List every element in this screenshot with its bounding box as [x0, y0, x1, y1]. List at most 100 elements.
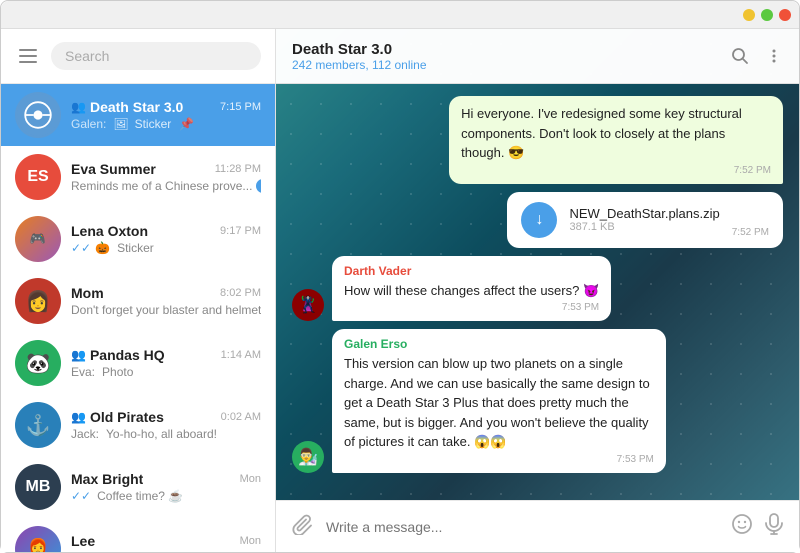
file-name: NEW_DeathStar.plans.zip: [569, 206, 719, 221]
chat-time: Mon: [240, 473, 261, 485]
chat-header-status: 242 members, 112 online: [292, 58, 731, 72]
check-icon: ✓✓: [71, 241, 91, 255]
sticker-row: 👨‍🔬: [292, 485, 783, 501]
unread-badge: 2: [256, 179, 261, 193]
chat-item-eva-summer[interactable]: ES Eva Summer 11:28 PM Reminds me of a C…: [1, 146, 275, 208]
message-row: 🦹 Darth Vader How will these changes aff…: [292, 256, 783, 322]
chat-time: 1:14 AM: [221, 349, 261, 361]
avatar: [15, 92, 61, 138]
hamburger-line-1: [19, 49, 37, 51]
message-row-file: ↓ NEW_DeathStar.plans.zip 387.1 KB 7:52 …: [292, 192, 783, 248]
chat-item-lee[interactable]: 👩‍🦰 Lee Mon We can call it Galaxy Star 7…: [1, 518, 275, 552]
download-button[interactable]: ↓: [521, 202, 557, 238]
hamburger-line-3: [19, 61, 37, 63]
message-bubble: Darth Vader How will these changes affec…: [332, 256, 611, 322]
file-info: NEW_DeathStar.plans.zip 387.1 KB: [569, 206, 719, 233]
sticker-emoji: 🖼: [113, 117, 128, 131]
chat-item-death-star[interactable]: 👥 Death Star 3.0 7:15 PM Galen: 🖼 Sticke…: [1, 84, 275, 146]
chat-preview: ✓✓ 🎃 Sticker: [71, 241, 261, 255]
chat-info: 👥 Old Pirates 0:02 AM Jack: Yo-ho-ho, al…: [71, 409, 261, 441]
chat-info: Max Bright Mon ✓✓ Coffee time? ☕: [71, 471, 261, 503]
chat-info: 👥 Pandas HQ 1:14 AM Eva: Photo: [71, 347, 261, 379]
avatar: ES: [15, 154, 61, 200]
hamburger-menu[interactable]: [15, 45, 41, 67]
messages-area: Hi everyone. I've redesigned some key st…: [276, 84, 799, 500]
file-size: 387.1 KB: [569, 221, 719, 233]
sender-avatar: 👨‍🔬: [292, 441, 324, 473]
title-bar: [1, 1, 799, 29]
chat-time: 9:17 PM: [220, 225, 261, 237]
chat-name-row: Lee Mon: [71, 533, 261, 549]
chat-preview: Jack: Yo-ho-ho, all aboard!: [71, 427, 261, 441]
sender-name: Galen Erso: [344, 337, 654, 351]
avatar: 👩: [15, 278, 61, 324]
message-row: 👨‍🔬 Galen Erso This version can blow up …: [292, 329, 783, 473]
sticker-image: [332, 485, 492, 501]
maximize-button[interactable]: [761, 9, 773, 21]
window-controls[interactable]: [743, 9, 791, 21]
search-button[interactable]: [731, 47, 749, 65]
chat-preview: We can call it Galaxy Star 7 ;): [71, 551, 261, 552]
chat-name: Eva Summer: [71, 161, 156, 177]
chat-name-row: 👥 Pandas HQ 1:14 AM: [71, 347, 261, 363]
attach-button[interactable]: [292, 513, 314, 541]
search-input[interactable]: Search: [51, 42, 261, 70]
message-time: 7:52 PM: [732, 227, 769, 238]
avatar: 🐼: [15, 340, 61, 386]
chat-item-mom[interactable]: 👩 Mom 8:02 PM Don't forget your blaster …: [1, 270, 275, 332]
chat-item-pandas-hq[interactable]: 🐼 👥 Pandas HQ 1:14 AM Eva: Photo: [1, 332, 275, 394]
message-bubble: Hi everyone. I've redesigned some key st…: [449, 96, 783, 184]
chat-info: 👥 Death Star 3.0 7:15 PM Galen: 🖼 Sticke…: [71, 99, 261, 131]
message-time: 7:53 PM: [344, 302, 599, 313]
sender-avatar: 🦹: [292, 289, 324, 321]
message-input[interactable]: [326, 519, 719, 535]
sidebar-header: Search: [1, 29, 275, 84]
chat-name: Mom: [71, 285, 104, 301]
file-bubble: ↓ NEW_DeathStar.plans.zip 387.1 KB 7:52 …: [507, 192, 783, 248]
message-time: 7:53 PM: [344, 454, 654, 465]
message-text: Hi everyone. I've redesigned some key st…: [461, 104, 771, 163]
chat-header-info: Death Star 3.0 242 members, 112 online: [292, 41, 731, 72]
message-input-area: [276, 500, 799, 552]
avatar: ⚓: [15, 402, 61, 448]
sidebar: Search 👥 Death Star 3.0 7:15 PM: [1, 29, 276, 552]
message-row: Hi everyone. I've redesigned some key st…: [292, 96, 783, 184]
chat-preview: Galen: 🖼 Sticker 📌: [71, 117, 261, 131]
chat-preview: Eva: Photo: [71, 365, 261, 379]
chat-name: Lee: [71, 533, 95, 549]
chat-preview: Reminds me of a Chinese prove... 2: [71, 179, 261, 193]
chat-name-row: Mom 8:02 PM: [71, 285, 261, 301]
sticker-emoji: 🎃: [95, 241, 110, 255]
chat-name: 👥 Old Pirates: [71, 409, 164, 425]
message-bubble: Galen Erso This version can blow up two …: [332, 329, 666, 473]
chat-item-lena-oxton[interactable]: 🎮 Lena Oxton 9:17 PM ✓✓ 🎃 Sticker: [1, 208, 275, 270]
group-icon: 👥: [71, 348, 86, 362]
chat-name-row: Lena Oxton 9:17 PM: [71, 223, 261, 239]
chat-info: Lee Mon We can call it Galaxy Star 7 ;): [71, 533, 261, 552]
avatar: 👩‍🦰: [15, 526, 61, 552]
chat-name-row: Eva Summer 11:28 PM: [71, 161, 261, 177]
group-icon: 👥: [71, 410, 86, 424]
chat-time: 0:02 AM: [221, 411, 261, 423]
microphone-button[interactable]: [765, 513, 783, 540]
emoji-button[interactable]: [731, 513, 753, 541]
message-time: 7:52 PM: [461, 165, 771, 176]
chat-time: 8:02 PM: [220, 287, 261, 299]
chat-list: 👥 Death Star 3.0 7:15 PM Galen: 🖼 Sticke…: [1, 84, 275, 552]
chat-time: 7:15 PM: [220, 101, 261, 113]
chat-name-row: Max Bright Mon: [71, 471, 261, 487]
chat-name: 👥 Death Star 3.0: [71, 99, 183, 115]
chat-header: Death Star 3.0 242 members, 112 online: [276, 29, 799, 84]
minimize-button[interactable]: [743, 9, 755, 21]
chat-item-old-pirates[interactable]: ⚓ 👥 Old Pirates 0:02 AM Jack: Yo-ho-ho, …: [1, 394, 275, 456]
more-options-button[interactable]: [765, 47, 783, 65]
chat-info: Lena Oxton 9:17 PM ✓✓ 🎃 Sticker: [71, 223, 261, 255]
chat-area: Death Star 3.0 242 members, 112 online H…: [276, 29, 799, 552]
chat-name-row: 👥 Death Star 3.0 7:15 PM: [71, 99, 261, 115]
close-button[interactable]: [779, 9, 791, 21]
check-icon: ✓✓: [71, 489, 91, 503]
chat-time: Mon: [240, 535, 261, 547]
chat-item-max-bright[interactable]: MB Max Bright Mon ✓✓ Coffee time? ☕: [1, 456, 275, 518]
main-layout: Search 👥 Death Star 3.0 7:15 PM: [1, 29, 799, 552]
message-text: This version can blow up two planets on …: [344, 354, 654, 452]
